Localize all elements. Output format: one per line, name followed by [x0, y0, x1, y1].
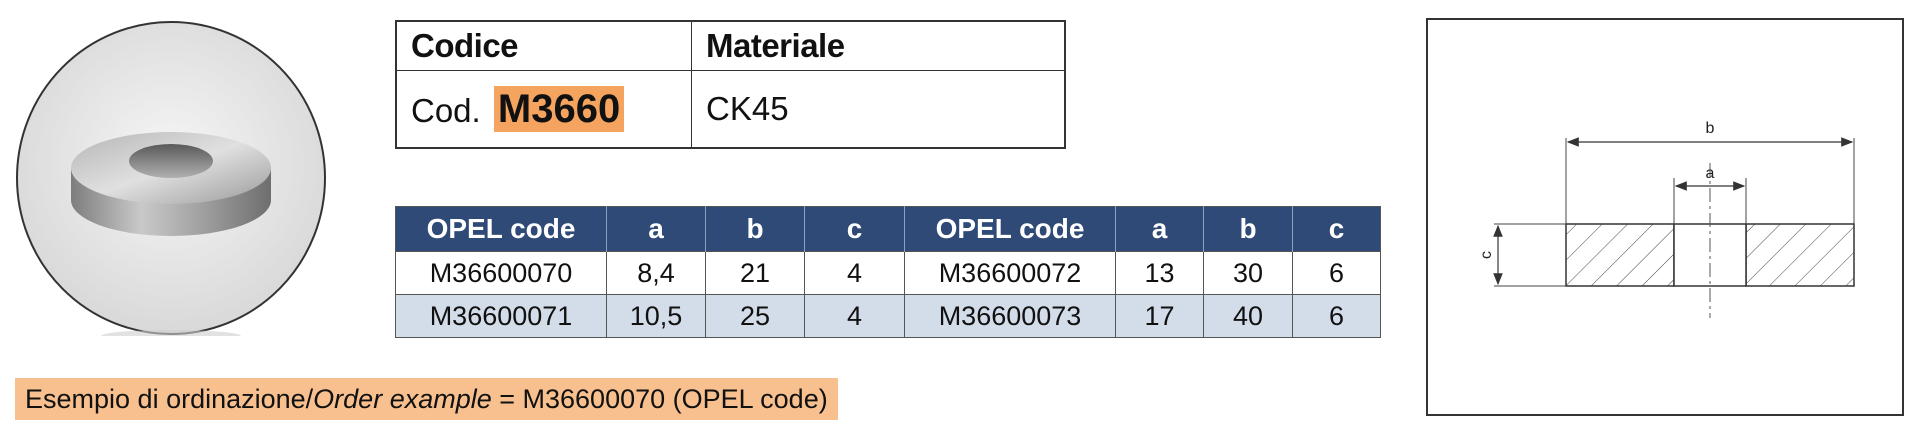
order-example-note: Esempio di ordinazione/Order example = M… [15, 378, 838, 420]
order-note-italic: Order example [313, 384, 492, 414]
product-photo-washer [16, 21, 326, 336]
table-row: M36600070 8,4 21 4 M36600072 13 30 6 [395, 251, 1381, 295]
code-prefix: Cod. [411, 91, 481, 129]
table-cell: M36600071 [395, 294, 607, 338]
table-cell: 8,4 [606, 251, 706, 295]
column-header: a [1115, 206, 1204, 252]
table-cell: 6 [1292, 294, 1381, 338]
column-header: c [804, 206, 905, 252]
order-note-suffix: = M36600070 (OPEL code) [491, 384, 828, 414]
dimension-label-c: c [1478, 251, 1495, 259]
material-value: CK45 [691, 70, 1066, 149]
column-header: OPEL code [904, 206, 1116, 252]
column-header: b [705, 206, 805, 252]
table-cell: M36600073 [904, 294, 1116, 338]
table-row: M36600071 10,5 25 4 M36600073 17 40 6 [395, 294, 1381, 338]
table-cell: M36600070 [395, 251, 607, 295]
order-note-prefix: Esempio di ordinazione/ [25, 384, 314, 414]
table-header-row: OPEL code a b c OPEL code a b c [395, 206, 1381, 252]
table-cell: 30 [1203, 251, 1293, 295]
column-header: a [606, 206, 706, 252]
column-header: c [1292, 206, 1381, 252]
code-cell: Cod. M3660 [395, 70, 692, 149]
column-header: OPEL code [395, 206, 607, 252]
table-cell: M36600072 [904, 251, 1116, 295]
table-cell: 4 [804, 251, 905, 295]
table-cell: 17 [1115, 294, 1204, 338]
table-cell: 21 [705, 251, 805, 295]
technical-drawing: b a c [1426, 18, 1904, 416]
dimension-label-a: a [1706, 165, 1715, 182]
code-material-table: Codice Materiale Cod. M3660 CK45 [395, 20, 1066, 149]
table-cell: 13 [1115, 251, 1204, 295]
table-cell: 10,5 [606, 294, 706, 338]
dimension-label-b: b [1706, 120, 1715, 137]
column-header: b [1203, 206, 1293, 252]
table-cell: 4 [804, 294, 905, 338]
material-header: Materiale [691, 20, 1066, 71]
code-header: Codice [395, 20, 692, 71]
table-cell: 6 [1292, 251, 1381, 295]
code-value: M3660 [493, 85, 625, 132]
dimensions-table: OPEL code a b c OPEL code a b c M3660007… [395, 206, 1381, 338]
table-cell: 40 [1203, 294, 1293, 338]
table-cell: 25 [705, 294, 805, 338]
